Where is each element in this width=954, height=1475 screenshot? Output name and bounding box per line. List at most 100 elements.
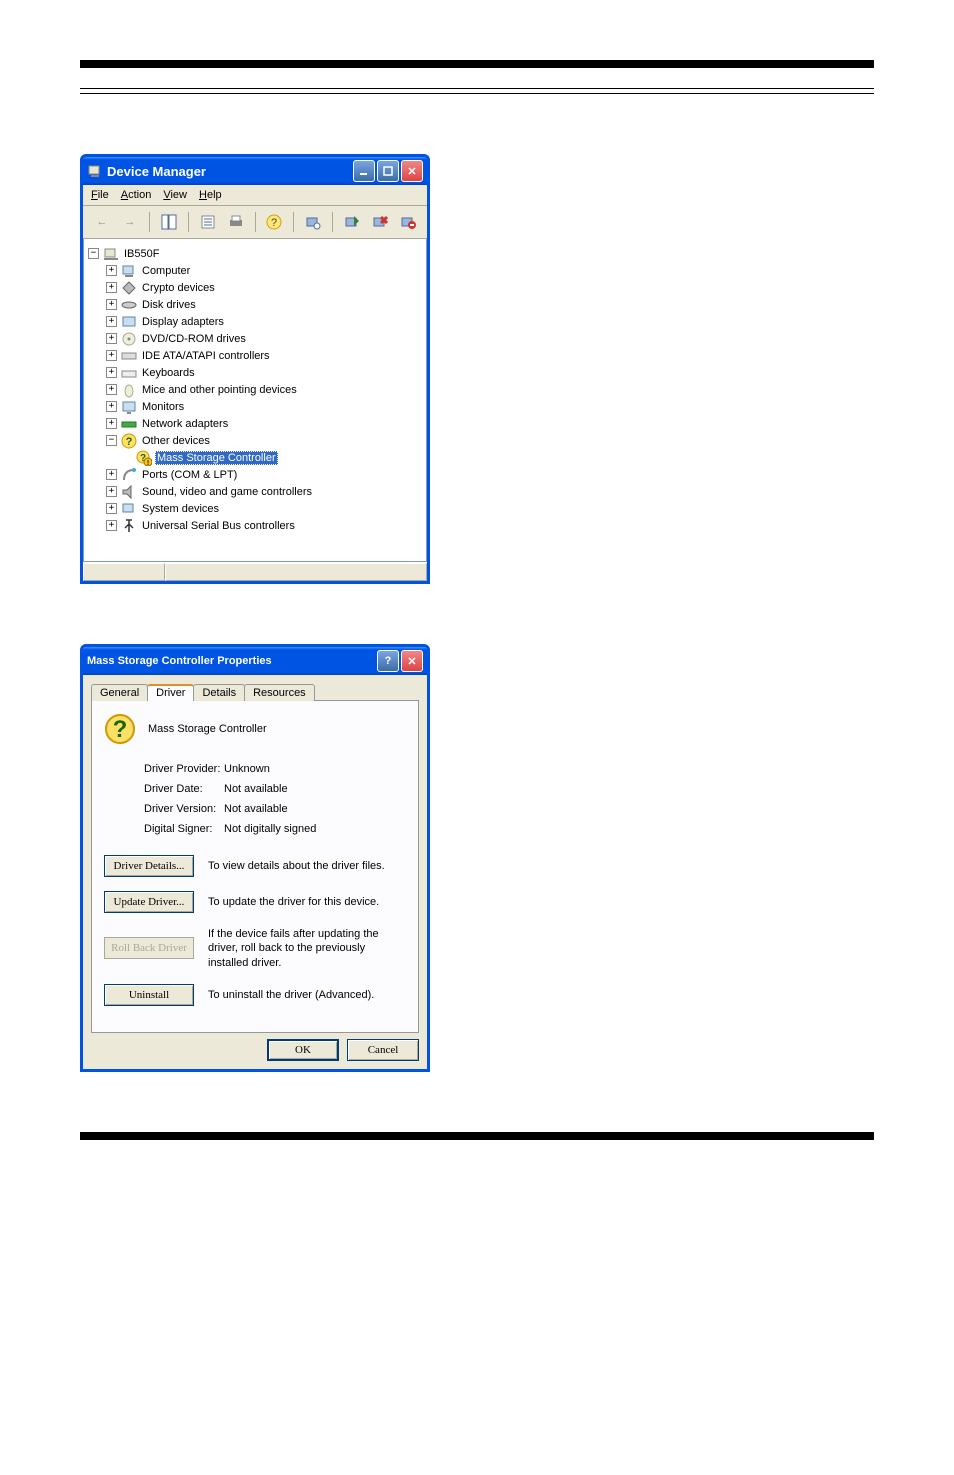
forward-button[interactable]: → — [119, 210, 141, 234]
system-icon — [121, 501, 137, 517]
dialog-controls: ? ✕ — [377, 650, 423, 672]
properties-icon[interactable] — [197, 210, 219, 234]
question-icon: ? — [121, 433, 137, 449]
dialog-body: General Driver Details Resources ? Mass … — [83, 675, 427, 1069]
monitor-icon — [121, 399, 137, 415]
tree-node[interactable]: +Ports (COM & LPT) — [88, 466, 422, 483]
cancel-button[interactable]: Cancel — [347, 1039, 419, 1061]
dvd-icon — [121, 331, 137, 347]
maximize-button[interactable] — [377, 160, 399, 182]
device-header: ? Mass Storage Controller — [104, 713, 406, 745]
dialog-footer: OK Cancel — [91, 1033, 419, 1061]
question-icon: ? — [104, 713, 136, 745]
driver-details-button[interactable]: Driver Details... — [104, 855, 194, 877]
toolbar: ← → ? — [83, 206, 427, 239]
sound-icon — [121, 484, 137, 500]
menu-file[interactable]: File — [91, 189, 109, 201]
toolbar-icon[interactable] — [158, 210, 180, 234]
statusbar — [83, 562, 427, 581]
port-icon — [121, 467, 137, 483]
details-desc: To view details about the driver files. — [208, 859, 406, 873]
provider-value: Unknown — [224, 763, 270, 775]
tree-node[interactable]: +Disk drives — [88, 296, 422, 313]
tree-node[interactable]: +Universal Serial Bus controllers — [88, 517, 422, 534]
back-button[interactable]: ← — [91, 210, 113, 234]
menubar: File Action View Help — [83, 185, 427, 206]
menu-help[interactable]: Help — [199, 189, 222, 201]
tab-general[interactable]: General — [91, 684, 148, 701]
crypto-icon — [121, 280, 137, 296]
svg-text:!: ! — [147, 460, 149, 466]
mouse-icon — [121, 382, 137, 398]
uninstall-button[interactable]: Uninstall — [104, 984, 194, 1006]
version-label: Driver Version: — [144, 803, 224, 815]
device-manager-window: Device Manager ✕ File Action View Help ←… — [80, 154, 430, 584]
tree-node[interactable]: +Display adapters — [88, 313, 422, 330]
tree-node[interactable]: +Monitors — [88, 398, 422, 415]
minimize-button[interactable] — [353, 160, 375, 182]
uninstall-icon[interactable] — [397, 210, 419, 234]
tree-node-other[interactable]: −?Other devices — [88, 432, 422, 449]
tab-resources[interactable]: Resources — [244, 684, 315, 701]
scan-icon[interactable] — [302, 210, 324, 234]
svg-text:?: ? — [271, 217, 277, 229]
titlebar[interactable]: Device Manager ✕ — [83, 157, 427, 185]
separator — [255, 212, 256, 232]
bottom-rule — [80, 1132, 874, 1140]
date-label: Driver Date: — [144, 783, 224, 795]
close-button[interactable]: ✕ — [401, 160, 423, 182]
network-icon — [121, 416, 137, 432]
tree-node[interactable]: +Computer — [88, 262, 422, 279]
tab-details[interactable]: Details — [193, 684, 245, 701]
help-icon[interactable]: ? — [263, 210, 285, 234]
computer-icon — [121, 263, 137, 279]
tab-driver[interactable]: Driver — [147, 684, 194, 701]
svg-text:?: ? — [126, 436, 133, 448]
rollback-driver-button[interactable]: Roll Back Driver — [104, 937, 194, 959]
dialog-title: Mass Storage Controller Properties — [87, 655, 377, 667]
tree-root[interactable]: −IB550F — [88, 245, 422, 262]
separator — [188, 212, 189, 232]
tree-node[interactable]: +Crypto devices — [88, 279, 422, 296]
enable-icon[interactable] — [341, 210, 363, 234]
print-icon[interactable] — [225, 210, 247, 234]
selected-item: Mass Storage Controller — [155, 451, 278, 465]
menu-view[interactable]: View — [163, 189, 187, 201]
version-value: Not available — [224, 803, 288, 815]
signer-label: Digital Signer: — [144, 823, 224, 835]
ok-button[interactable]: OK — [267, 1039, 339, 1061]
rollback-desc: If the device fails after updating the d… — [208, 927, 406, 970]
update-driver-button[interactable]: Update Driver... — [104, 891, 194, 913]
tree-node[interactable]: +Network adapters — [88, 415, 422, 432]
separator — [149, 212, 150, 232]
tree-node[interactable]: +DVD/CD-ROM drives — [88, 330, 422, 347]
provider-label: Driver Provider: — [144, 763, 224, 775]
menu-action[interactable]: Action — [121, 189, 152, 201]
window-controls: ✕ — [353, 160, 423, 182]
computer-icon — [103, 246, 119, 262]
driver-panel: ? Mass Storage Controller Driver Provide… — [91, 700, 419, 1033]
separator — [332, 212, 333, 232]
tab-strip: General Driver Details Resources — [91, 684, 419, 701]
tree-node[interactable]: +Mice and other pointing devices — [88, 381, 422, 398]
dbl-rule-bot — [80, 93, 874, 94]
tree-node[interactable]: +System devices — [88, 500, 422, 517]
help-button[interactable]: ? — [377, 650, 399, 672]
signer-value: Not digitally signed — [224, 823, 316, 835]
usb-icon — [121, 518, 137, 534]
tree-node[interactable]: +IDE ATA/ATAPI controllers — [88, 347, 422, 364]
device-tree[interactable]: −IB550F +Computer +Crypto devices +Disk … — [83, 239, 427, 562]
close-button[interactable]: ✕ — [401, 650, 423, 672]
ide-icon — [121, 348, 137, 364]
display-icon — [121, 314, 137, 330]
disk-icon — [121, 297, 137, 313]
driver-info: Driver Provider:Unknown Driver Date:Not … — [144, 763, 406, 835]
tree-node[interactable]: +Sound, video and game controllers — [88, 483, 422, 500]
disable-icon[interactable] — [369, 210, 391, 234]
uninstall-desc: To uninstall the driver (Advanced). — [208, 988, 406, 1002]
tree-node[interactable]: +Keyboards — [88, 364, 422, 381]
svg-text:?: ? — [113, 716, 128, 743]
dialog-titlebar[interactable]: Mass Storage Controller Properties ? ✕ — [83, 647, 427, 675]
tree-node-mass-storage[interactable]: ?!Mass Storage Controller — [88, 449, 422, 466]
date-value: Not available — [224, 783, 288, 795]
